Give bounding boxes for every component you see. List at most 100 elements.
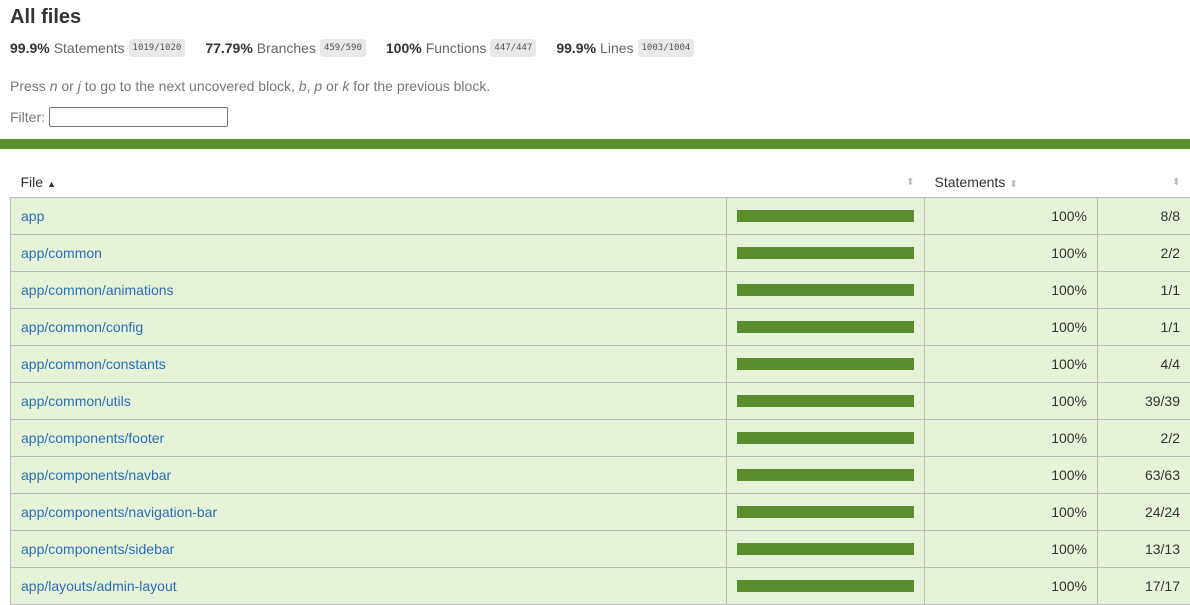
statements-abs-cell: 13/13 — [1098, 531, 1190, 568]
file-link[interactable]: app/common/config — [21, 319, 143, 335]
file-link[interactable]: app/components/footer — [21, 430, 164, 446]
coverage-bar-cell — [727, 309, 925, 346]
sort-icon: ⬍ — [906, 177, 914, 188]
coverage-bar — [737, 580, 914, 592]
file-link[interactable]: app/common — [21, 245, 102, 261]
coverage-bar-cell — [727, 420, 925, 457]
file-cell: app/components/footer — [11, 420, 727, 457]
statements-header-label: Statements — [935, 174, 1006, 190]
table-body: app100%8/8app/common100%2/2app/common/an… — [11, 198, 1190, 605]
summary-branches: 77.79% Branches 459/590 — [205, 39, 366, 57]
summary-label: Statements — [54, 40, 125, 56]
file-cell: app/common/constants — [11, 346, 727, 383]
coverage-summary: 99.9% Statements 1019/1020 77.79% Branch… — [10, 37, 1190, 59]
statements-pct-cell: 100% — [925, 531, 1098, 568]
table-row: app/components/navigation-bar 100%24/24 — [11, 494, 1190, 531]
table-row: app/components/footer 100%2/2 — [11, 420, 1190, 457]
summary-statements: 99.9% Statements 1019/1020 — [10, 39, 185, 57]
statements-abs-cell: 1/1 — [1098, 309, 1190, 346]
statements-pct-cell: 100% — [925, 494, 1098, 531]
coverage-bar-cell — [727, 568, 925, 605]
statements-abs-cell: 2/2 — [1098, 235, 1190, 272]
statements-abs-cell: 17/17 — [1098, 568, 1190, 605]
sort-icon: ⬍ — [1172, 177, 1180, 188]
coverage-bar — [737, 247, 914, 259]
summary-fraction: 1003/1004 — [638, 39, 695, 57]
file-link[interactable]: app/components/navigation-bar — [21, 504, 217, 520]
statements-pct-cell: 100% — [925, 420, 1098, 457]
hint-text: Press — [10, 78, 50, 94]
coverage-bar — [737, 358, 914, 370]
statements-abs-cell: 24/24 — [1098, 494, 1190, 531]
coverage-bar — [737, 284, 914, 296]
coverage-bar — [737, 210, 914, 222]
table-row: app/components/navbar100%63/63 — [11, 457, 1190, 494]
statements-abs-cell: 4/4 — [1098, 346, 1190, 383]
filter-input[interactable] — [49, 107, 228, 127]
coverage-bar-cell — [727, 457, 925, 494]
coverage-table: File▲ ⬍ Statements⬍ ⬍ app100%8/8app/comm… — [10, 167, 1190, 605]
coverage-bar — [737, 469, 914, 481]
statements-abs-cell: 39/39 — [1098, 383, 1190, 420]
file-link[interactable]: app/common/animations — [21, 282, 174, 298]
coverage-bar — [737, 395, 914, 407]
table-row: app/common/constants 100%4/4 — [11, 346, 1190, 383]
statements-pct-cell: 100% — [925, 198, 1098, 235]
summary-pct: 99.9% — [10, 40, 50, 56]
file-link[interactable]: app/common/utils — [21, 393, 131, 409]
hint-text: or — [322, 78, 342, 94]
file-cell: app/common/utils — [11, 383, 727, 420]
file-link[interactable]: app/layouts/admin-layout — [21, 578, 177, 594]
file-cell: app — [11, 198, 727, 235]
statements-column-header[interactable]: Statements⬍ — [925, 167, 1098, 198]
statements-abs-cell: 2/2 — [1098, 420, 1190, 457]
sort-icon: ⬍ — [1009, 179, 1017, 190]
file-link[interactable]: app/common/constants — [21, 356, 166, 372]
filter-row: Filter: — [10, 106, 1190, 128]
summary-label: Lines — [600, 40, 633, 56]
statements-abs-cell: 8/8 — [1098, 198, 1190, 235]
summary-pct: 99.9% — [556, 40, 596, 56]
statements-abs-column-header[interactable]: ⬍ — [1098, 167, 1190, 198]
page-title: All files — [10, 0, 1190, 28]
file-link[interactable]: app — [21, 208, 44, 224]
summary-functions: 100% Functions 447/447 — [386, 39, 536, 57]
status-bar — [0, 139, 1190, 149]
file-cell: app/components/sidebar — [11, 531, 727, 568]
coverage-bar — [737, 432, 914, 444]
file-cell: app/components/navbar — [11, 457, 727, 494]
coverage-bar — [737, 506, 914, 518]
file-cell: app/common/animations — [11, 272, 727, 309]
table-row: app/common/utils 100%39/39 — [11, 383, 1190, 420]
coverage-bar — [737, 543, 914, 555]
summary-pct: 77.79% — [205, 40, 252, 56]
statements-pct-cell: 100% — [925, 346, 1098, 383]
file-header-label: File — [21, 174, 44, 190]
table-row: app/layouts/admin-layout 100%17/17 — [11, 568, 1190, 605]
summary-fraction: 1019/1020 — [129, 39, 186, 57]
sort-ascending-icon: ▲ — [47, 179, 56, 189]
page: All files 99.9% Statements 1019/1020 77.… — [0, 0, 1190, 605]
table-row: app/components/sidebar 100%13/13 — [11, 531, 1190, 568]
file-cell: app/common/config — [11, 309, 727, 346]
table-row: app/common 100%2/2 — [11, 235, 1190, 272]
statements-pct-cell: 100% — [925, 272, 1098, 309]
file-column-header[interactable]: File▲ — [11, 167, 727, 198]
file-cell: app/components/navigation-bar — [11, 494, 727, 531]
summary-pct: 100% — [386, 40, 422, 56]
file-link[interactable]: app/components/navbar — [21, 467, 171, 483]
summary-label: Functions — [426, 40, 487, 56]
coverage-bar-cell — [727, 235, 925, 272]
coverage-bar-column-header[interactable]: ⬍ — [727, 167, 925, 198]
coverage-bar-cell — [727, 494, 925, 531]
file-link[interactable]: app/components/sidebar — [21, 541, 174, 557]
table-header-row: File▲ ⬍ Statements⬍ ⬍ — [11, 167, 1190, 198]
hint-key: p — [314, 78, 322, 94]
statements-pct-cell: 100% — [925, 383, 1098, 420]
statements-pct-cell: 100% — [925, 235, 1098, 272]
keyboard-hint: Press n or j to go to the next uncovered… — [10, 76, 1190, 96]
summary-lines: 99.9% Lines 1003/1004 — [556, 39, 694, 57]
statements-pct-cell: 100% — [925, 568, 1098, 605]
hint-key: b — [299, 78, 307, 94]
statements-abs-cell: 1/1 — [1098, 272, 1190, 309]
